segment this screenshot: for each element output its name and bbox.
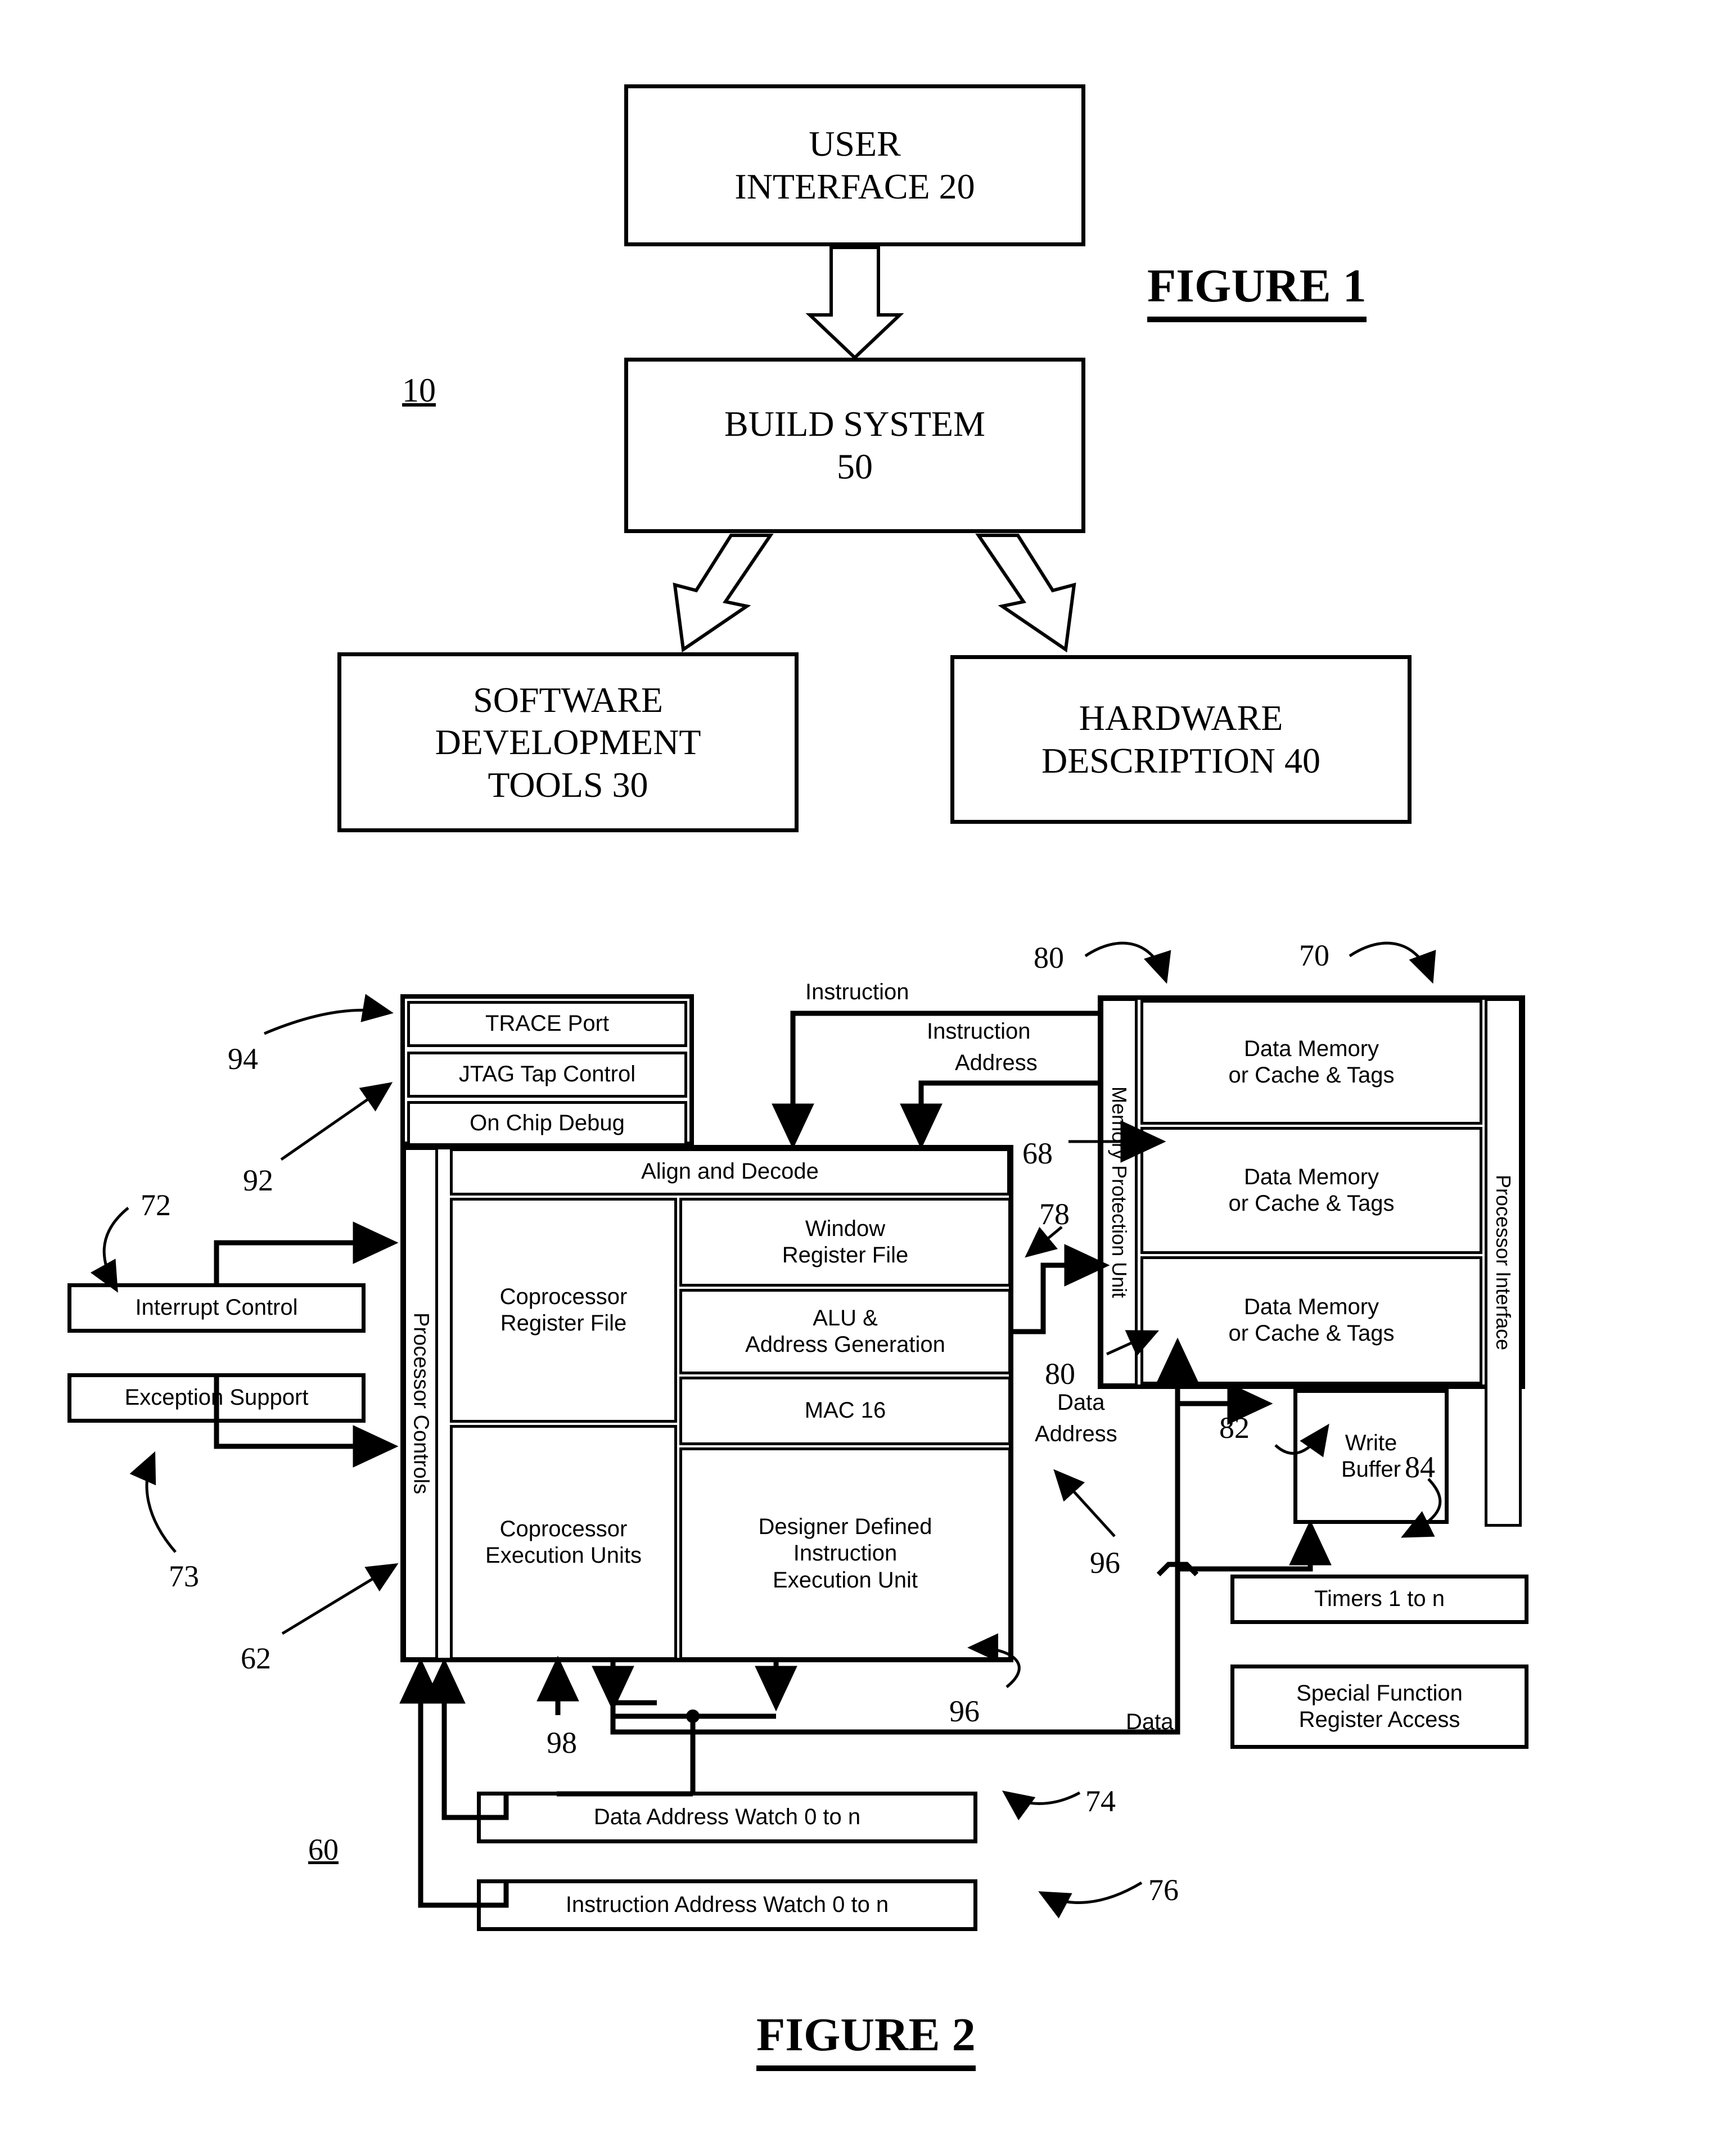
jtag-tap-control-label: JTAG Tap Control bbox=[458, 1062, 636, 1087]
alu-line1: ALU & bbox=[813, 1305, 878, 1330]
jtag-tap-control-box: JTAG Tap Control bbox=[407, 1052, 687, 1098]
user-interface-box: USER INTERFACE 20 bbox=[624, 84, 1085, 246]
designer-defined-instruction-execution-unit-box: Designer Defined Instruction Execution U… bbox=[679, 1447, 1011, 1660]
exception-support-label: Exception Support bbox=[124, 1385, 309, 1410]
data-memory-2-line1: Data Memory bbox=[1243, 1164, 1379, 1189]
coprocessor-register-file-line2: Register File bbox=[500, 1311, 627, 1336]
processor-interface-label: Processor Interface bbox=[1492, 1174, 1516, 1351]
ref-70: 70 bbox=[1299, 939, 1329, 972]
on-chip-debug-label: On Chip Debug bbox=[470, 1111, 625, 1136]
trace-port-box: TRACE Port bbox=[407, 1001, 687, 1047]
data-address-watch-box: Data Address Watch 0 to n bbox=[477, 1792, 977, 1843]
sfr-line2: Register Access bbox=[1298, 1707, 1460, 1732]
exception-support-box: Exception Support bbox=[67, 1373, 366, 1423]
coprocessor-register-file-line1: Coprocessor bbox=[499, 1284, 628, 1309]
data-memory-1-line1: Data Memory bbox=[1243, 1036, 1379, 1061]
alu-address-generation-box: ALU & Address Generation bbox=[679, 1289, 1011, 1374]
data-memory-box-2: Data Memory or Cache & Tags bbox=[1140, 1127, 1482, 1254]
ref-76: 76 bbox=[1148, 1873, 1179, 1907]
coprocessor-register-file-box: Coprocessor Register File bbox=[450, 1198, 677, 1423]
build-system-box: BUILD SYSTEM 50 bbox=[624, 358, 1085, 533]
data-memory-3-line2: or Cache & Tags bbox=[1228, 1321, 1395, 1346]
window-register-file-line2: Register File bbox=[782, 1243, 909, 1268]
hardware-description-box: HARDWARE DESCRIPTION 40 bbox=[950, 655, 1412, 824]
ref-62: 62 bbox=[241, 1641, 271, 1675]
window-register-file-line1: Window bbox=[805, 1216, 886, 1241]
memory-protection-unit-box: Memory Protection Unit bbox=[1101, 998, 1138, 1386]
hw-label-line2: DESCRIPTION 40 bbox=[1041, 741, 1321, 781]
coprocessor-execution-units-line1: Coprocessor bbox=[499, 1516, 628, 1541]
special-function-register-access-box: Special Function Register Access bbox=[1230, 1665, 1528, 1749]
build-system-label-line1: BUILD SYSTEM bbox=[724, 404, 986, 444]
sdt-label-line3: TOOLS 30 bbox=[488, 764, 648, 805]
ref-94: 94 bbox=[228, 1042, 258, 1076]
data-memory-1-line2: or Cache & Tags bbox=[1228, 1063, 1395, 1088]
instruction-address-watch-box: Instruction Address Watch 0 to n bbox=[477, 1879, 977, 1931]
timers-label: Timers 1 to n bbox=[1314, 1586, 1445, 1612]
coprocessor-execution-units-box: Coprocessor Execution Units bbox=[450, 1425, 677, 1660]
instruction-signal-label: Instruction bbox=[805, 980, 909, 1004]
ref-10: 10 bbox=[402, 372, 436, 409]
timers-box: Timers 1 to n bbox=[1230, 1575, 1528, 1624]
data-memory-box-3: Data Memory or Cache & Tags bbox=[1140, 1256, 1482, 1384]
ref-68: 68 bbox=[1022, 1136, 1053, 1170]
ref-78: 78 bbox=[1039, 1197, 1070, 1231]
processor-controls-box: Processor Controls bbox=[403, 1147, 438, 1660]
ref-96-b: 96 bbox=[949, 1694, 980, 1728]
align-and-decode-box: Align and Decode bbox=[450, 1148, 1010, 1196]
data-memory-2-line2: or Cache & Tags bbox=[1228, 1191, 1395, 1216]
figure-1-title: FIGURE 1 bbox=[1147, 259, 1367, 322]
processor-interface-box: Processor Interface bbox=[1485, 998, 1522, 1527]
data-signal-label: Data bbox=[1126, 1709, 1174, 1734]
ref-80-top: 80 bbox=[1034, 941, 1064, 975]
sfr-line1: Special Function bbox=[1296, 1680, 1463, 1706]
data-memory-3-line1: Data Memory bbox=[1243, 1294, 1379, 1319]
ref-60: 60 bbox=[308, 1833, 339, 1866]
user-interface-label-line2: INTERFACE 20 bbox=[734, 166, 975, 206]
ddieu-line3: Execution Unit bbox=[773, 1567, 918, 1593]
align-and-decode-label: Align and Decode bbox=[641, 1159, 819, 1184]
instruction-address-watch-label: Instruction Address Watch 0 to n bbox=[565, 1892, 889, 1918]
data-memory-box-1: Data Memory or Cache & Tags bbox=[1140, 1000, 1482, 1125]
sdt-label-line1: SOFTWARE bbox=[473, 679, 663, 720]
mac16-box: MAC 16 bbox=[679, 1377, 1011, 1445]
coprocessor-execution-units-line2: Execution Units bbox=[485, 1543, 642, 1568]
trace-port-label: TRACE Port bbox=[485, 1011, 610, 1036]
sdt-label-line2: DEVELOPMENT bbox=[435, 722, 701, 763]
software-development-tools-box: SOFTWARE DEVELOPMENT TOOLS 30 bbox=[337, 652, 799, 832]
ref-96-a: 96 bbox=[1090, 1546, 1120, 1580]
write-buffer-line2: Buffer bbox=[1341, 1457, 1401, 1482]
interrupt-control-label: Interrupt Control bbox=[135, 1295, 298, 1320]
ref-98: 98 bbox=[547, 1726, 577, 1760]
on-chip-debug-box: On Chip Debug bbox=[407, 1101, 687, 1146]
data-address-signal-label-line1: Data bbox=[1057, 1390, 1105, 1415]
processor-controls-label: Processor Controls bbox=[409, 1312, 433, 1495]
ref-72: 72 bbox=[141, 1188, 171, 1222]
build-system-label-line2: 50 bbox=[837, 446, 873, 486]
hw-label-line1: HARDWARE bbox=[1079, 698, 1283, 738]
memory-protection-unit-label: Memory Protection Unit bbox=[1108, 1086, 1131, 1298]
mac16-label: MAC 16 bbox=[804, 1398, 886, 1423]
ref-92: 92 bbox=[243, 1163, 273, 1197]
figure-2-title: FIGURE 2 bbox=[756, 2008, 976, 2071]
data-address-watch-label: Data Address Watch 0 to n bbox=[593, 1805, 861, 1830]
ref-74: 74 bbox=[1085, 1784, 1116, 1818]
ref-84: 84 bbox=[1405, 1450, 1435, 1484]
data-address-signal-label-line2: Address bbox=[1035, 1422, 1117, 1446]
window-register-file-box: Window Register File bbox=[679, 1198, 1011, 1287]
ref-80-data: 80 bbox=[1045, 1357, 1075, 1391]
write-buffer-line1: Write bbox=[1345, 1430, 1397, 1455]
ddieu-line1: Designer Defined bbox=[758, 1514, 932, 1540]
instruction-address-signal-label-line2: Address bbox=[955, 1050, 1038, 1075]
ref-82: 82 bbox=[1219, 1411, 1250, 1445]
interrupt-control-box: Interrupt Control bbox=[67, 1283, 366, 1333]
user-interface-label-line1: USER bbox=[809, 124, 901, 164]
instruction-address-signal-label-line1: Instruction bbox=[927, 1019, 1031, 1044]
ref-73: 73 bbox=[169, 1559, 199, 1593]
alu-line2: Address Generation bbox=[745, 1332, 945, 1357]
ddieu-line2: Instruction bbox=[793, 1541, 898, 1566]
